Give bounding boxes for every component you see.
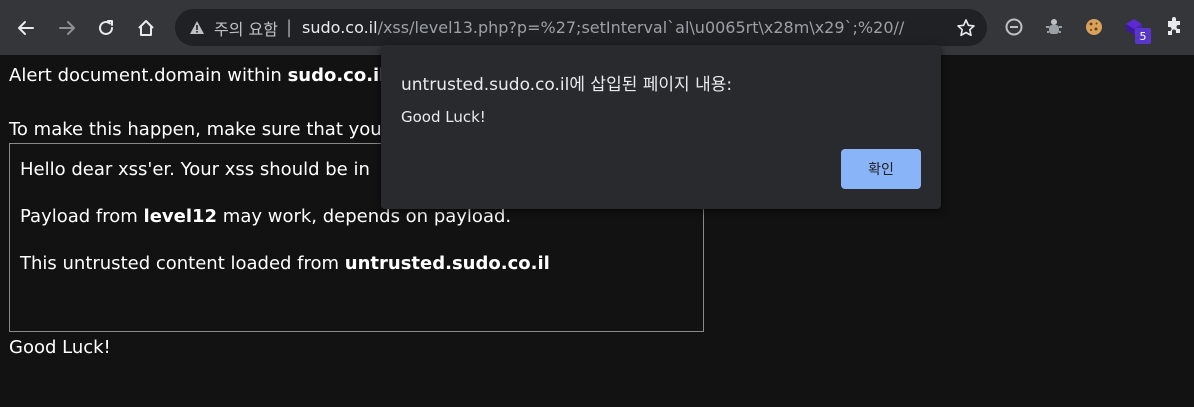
target-domain: sudo.co.il [287, 65, 386, 86]
omnibox-divider: | [285, 17, 293, 38]
frame-line-2: Payload from level12 may work, depends o… [20, 206, 511, 227]
arrow-left-icon [18, 21, 34, 35]
frame-line-3-prefix: This untrusted content loaded from [20, 253, 345, 274]
reload-button[interactable] [90, 12, 122, 44]
extension-minus-button[interactable] [1002, 15, 1026, 39]
frame-line-2-suffix: may work, depends on payload. [217, 206, 512, 227]
url-path: /xss/level13.php?p=%27;setInterval`al\u0… [377, 18, 905, 37]
extension-cookie-button[interactable] [1082, 15, 1106, 39]
instruction-line-1: Alert document.domain within sudo.co.il [9, 65, 385, 86]
home-button[interactable] [130, 12, 162, 44]
security-status[interactable]: 주의 요함 [214, 16, 278, 40]
bookmark-star-button[interactable] [955, 17, 977, 39]
reload-icon [99, 20, 113, 35]
cookie-icon [1086, 19, 1102, 35]
puzzle-icon [1168, 17, 1180, 35]
dialog-message: Good Luck! [401, 108, 486, 126]
instruction-line-2: To make this happen, make sure that you [9, 119, 382, 140]
back-button[interactable] [10, 12, 42, 44]
extension-bug-button[interactable] [1042, 15, 1066, 39]
home-icon [138, 20, 154, 36]
footer-text: Good Luck! [9, 337, 111, 358]
level-name: level12 [143, 206, 218, 227]
untrusted-domain: untrusted.sudo.co.il [344, 253, 550, 274]
bug-icon [1046, 19, 1062, 34]
star-icon [957, 19, 975, 37]
warning-triangle-icon[interactable] [188, 19, 206, 37]
frame-line-3: This untrusted content loaded from untru… [20, 253, 550, 274]
frame-line-1: Hello dear xss'er. Your xss should be in [20, 159, 370, 180]
extension-badge-count: 5 [1135, 28, 1151, 44]
arrow-right-icon [59, 21, 75, 35]
extensions-menu-button[interactable] [1162, 15, 1186, 39]
dialog-ok-button[interactable]: 확인 [841, 149, 921, 189]
alert-dialog: untrusted.sudo.co.il에 삽입된 페이지 내용: Good L… [381, 45, 941, 209]
address-bar[interactable]: 주의 요함 | sudo.co.il/xss/level13.php?p=%27… [175, 9, 987, 46]
forward-button[interactable] [51, 12, 83, 44]
frame-line-2-prefix: Payload from [20, 206, 144, 227]
minus-circle-icon [1005, 18, 1023, 36]
instruction-line-1-text: Alert document.domain within [9, 65, 288, 86]
dialog-title: untrusted.sudo.co.il에 삽입된 페이지 내용: [401, 75, 733, 95]
url-host: sudo.co.il [302, 18, 378, 37]
